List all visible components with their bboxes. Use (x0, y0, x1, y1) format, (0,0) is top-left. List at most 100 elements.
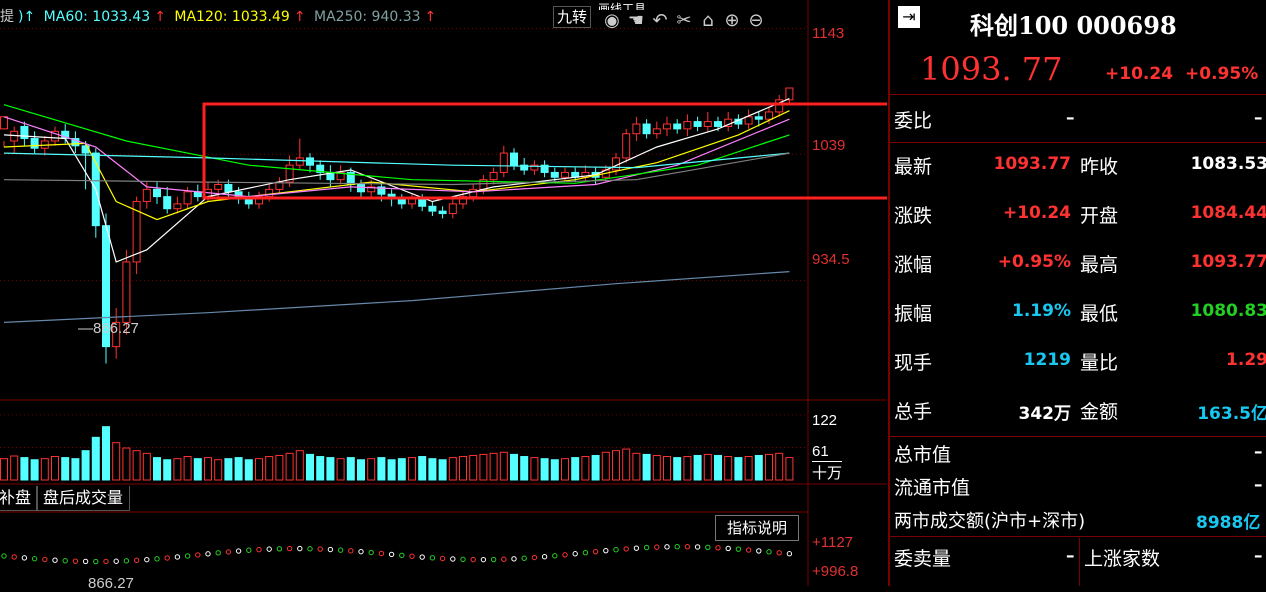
volume-bar (550, 459, 559, 481)
quote-value-left: 1.19% (1012, 301, 1071, 321)
indicator-dot (582, 549, 589, 556)
indicator-dot (735, 546, 742, 552)
legend-ma60-arrow: ↑ (154, 9, 166, 25)
price-change: +10.24 (1105, 64, 1174, 84)
indicator-dot (745, 547, 752, 553)
indicator-dot (419, 554, 425, 560)
weibi-value-2: – (1254, 108, 1263, 128)
indicator-dot (562, 552, 568, 558)
quote-value-right: 1084.44 (1190, 203, 1266, 223)
volume-axis-122: 122 (812, 412, 838, 429)
indicator-axis-top: +1127 (812, 534, 854, 551)
volume-bar (357, 459, 365, 481)
toolbar-partial-label: 画线工具 (598, 2, 647, 10)
quote-value-right: 1083.53 (1190, 154, 1266, 174)
indicator-dot (21, 555, 28, 561)
volume-bar (765, 453, 773, 481)
ma-line-ma10 (3, 110, 790, 221)
volume-bar (418, 456, 427, 481)
indicator-dot (623, 546, 629, 552)
volume-bar (499, 451, 508, 481)
quote-label-left: 振幅 (894, 303, 933, 325)
collapse-panel-icon[interactable]: ⇥ (898, 6, 920, 28)
volume-bar (785, 457, 794, 481)
indicator-dot (592, 548, 599, 555)
indicator-help-button[interactable]: 指标说明 (715, 515, 799, 541)
quote-label-right: 开盘 (1080, 205, 1119, 227)
kline-chart-area[interactable]: 提)↑ MA60: 1033.43 ↑ MA120: 1033.49 ↑ MA250… (0, 0, 887, 592)
volume-bar (183, 456, 192, 481)
candle-body (561, 171, 569, 178)
zoom-in-icon[interactable]: ⊕ (720, 10, 744, 32)
indicator-dot (358, 548, 364, 555)
indicator-dot (337, 547, 344, 553)
candle-body (397, 198, 406, 205)
volume-bar (408, 457, 416, 481)
volume-bar (510, 453, 518, 481)
undo-icon[interactable]: ↶ (648, 10, 672, 32)
volume-bar (591, 454, 600, 481)
indicator-dot (552, 553, 558, 559)
eye-icon[interactable]: ◉ (600, 10, 624, 32)
volume-bar (387, 459, 396, 481)
volume-bar (163, 459, 172, 481)
indicator-dot (531, 554, 538, 561)
candle-body (499, 152, 508, 173)
volume-bar (275, 454, 284, 481)
volume-bar (285, 452, 294, 481)
candle-body (765, 111, 773, 120)
indicator-dot (776, 550, 782, 556)
volume-bar (581, 456, 590, 481)
indicator-dot (348, 548, 354, 554)
volume-bar (744, 456, 753, 481)
indicator-dot (603, 547, 609, 554)
indicator-dot (246, 547, 252, 553)
volume-bar (132, 450, 141, 481)
indicator-dot (715, 545, 721, 551)
indicator-dot (705, 544, 711, 550)
indicator-dot (694, 544, 701, 550)
volume-bar (153, 457, 161, 481)
ma-line-ma_long (3, 271, 790, 323)
volume-bar (754, 454, 763, 481)
indicator-dot (174, 554, 181, 560)
tab-after-hours-volume[interactable]: 盘后成交量 (36, 486, 131, 511)
volume-bar (81, 450, 90, 481)
ma-line-ma5 (3, 98, 790, 263)
volume-bar (673, 457, 682, 481)
indicator-dot (103, 558, 109, 565)
candle-body (754, 116, 763, 120)
candle-body (652, 128, 661, 135)
indicator-dot (62, 558, 68, 564)
volume-bar (244, 459, 253, 481)
candle-body (714, 121, 722, 127)
quote-info-panel: ⇥ 科创100 000698 1093. 77 +10.24 +0.95% 委比… (888, 0, 1266, 586)
volume-bar (306, 453, 314, 481)
scissors-icon[interactable]: ✂ (672, 10, 696, 32)
bid-ask-value: – (1066, 546, 1075, 566)
candle-body (265, 188, 274, 198)
indicator-dot (541, 553, 548, 560)
indicator-dot (756, 548, 762, 554)
volume-bar (397, 458, 406, 481)
total-market-value: – (1254, 442, 1263, 462)
lock-icon[interactable]: ⌂ (696, 10, 720, 32)
jiuzhuan-button[interactable]: 九转 (553, 6, 592, 28)
indicator-dot (654, 544, 660, 550)
kline-canvas[interactable] (0, 0, 887, 586)
volume-bar (642, 453, 651, 481)
legend-lead-arrow: )↑ (18, 9, 36, 25)
candle-body (703, 121, 712, 127)
hand-icon[interactable]: ☚ (624, 10, 648, 32)
indicator-dot (11, 554, 17, 560)
total-market-value-label: 总市值 (894, 444, 952, 466)
candle-body (428, 205, 437, 212)
candle-body (142, 188, 151, 202)
volume-bar (489, 452, 498, 481)
tab-bupan[interactable]: 补盘 (0, 486, 39, 511)
candle-body (244, 198, 253, 205)
volume-bar (561, 458, 569, 481)
volume-bar (316, 456, 325, 481)
zoom-out-icon[interactable]: ⊖ (744, 10, 768, 32)
volume-bar (102, 426, 110, 481)
